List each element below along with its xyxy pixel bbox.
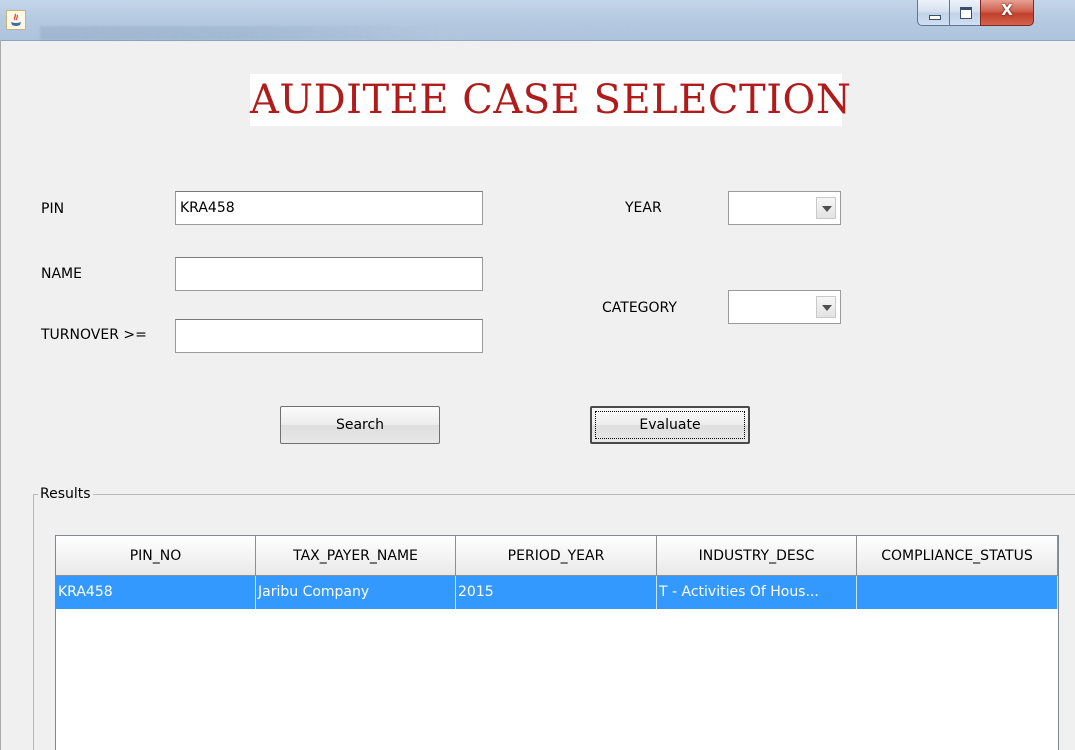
close-icon: X [1001, 1, 1013, 19]
titlebar-blurred-toolbar [40, 26, 640, 40]
evaluate-button-label: Evaluate [595, 411, 745, 439]
table-row[interactable]: KRA458 Jaribu Company 2015 T - Activitie… [56, 576, 1058, 609]
category-select[interactable] [728, 290, 841, 324]
results-group-title: Results [38, 486, 93, 502]
column-header-compliance-status[interactable]: COMPLIANCE_STATUS [857, 536, 1058, 576]
window-left-border [0, 40, 1, 750]
chevron-down-icon[interactable] [816, 296, 836, 318]
column-header-industry-desc[interactable]: INDUSTRY_DESC [657, 536, 857, 576]
column-header-period-year[interactable]: PERIOD_YEAR [456, 536, 657, 576]
java-icon [6, 10, 26, 30]
pin-input[interactable]: KRA458 [175, 191, 483, 225]
name-label: NAME [41, 266, 82, 282]
pin-label: PIN [41, 201, 65, 217]
column-header-pin-no[interactable]: PIN_NO [56, 536, 256, 576]
category-label: CATEGORY [602, 300, 677, 316]
year-label: YEAR [625, 200, 662, 216]
window-titlebar: X [0, 0, 1075, 41]
maximize-button[interactable] [949, 0, 981, 26]
column-header-tax-payer-name[interactable]: TAX_PAYER_NAME [256, 536, 456, 576]
turnover-input[interactable] [175, 319, 483, 353]
name-input[interactable] [175, 257, 483, 291]
evaluate-button[interactable]: Evaluate [590, 406, 750, 444]
cell-period-year: 2015 [456, 576, 657, 609]
minimize-button[interactable] [917, 0, 950, 26]
cell-compliance-status [857, 576, 1058, 609]
year-select[interactable] [728, 191, 841, 225]
chevron-down-icon[interactable] [816, 197, 836, 219]
close-button[interactable]: X [980, 0, 1034, 26]
table-header: PIN_NO TAX_PAYER_NAME PERIOD_YEAR INDUST… [56, 536, 1058, 576]
cell-tax-payer-name: Jaribu Company [256, 576, 456, 609]
turnover-label: TURNOVER >= [41, 327, 147, 343]
cell-industry-desc: T - Activities Of Hous... [657, 576, 857, 609]
page-title: AUDITEE CASE SELECTION [250, 74, 851, 126]
results-table[interactable]: PIN_NO TAX_PAYER_NAME PERIOD_YEAR INDUST… [55, 535, 1059, 750]
cell-pin-no: KRA458 [56, 576, 256, 609]
search-button[interactable]: Search [280, 406, 440, 444]
